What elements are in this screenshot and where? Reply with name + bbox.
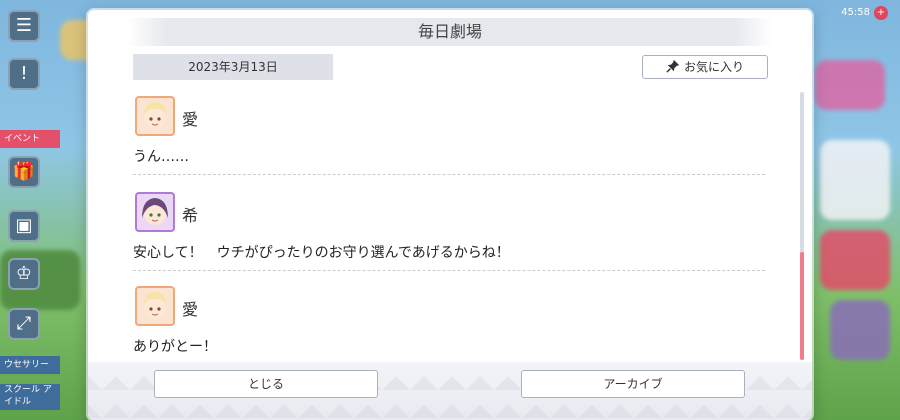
dialog-title: 毎日劇場 [128, 18, 772, 46]
favorite-button[interactable]: お気に入り [642, 55, 768, 79]
plus-icon[interactable]: + [874, 6, 888, 20]
scrollbar-thumb[interactable] [800, 252, 804, 360]
ai-avatar [135, 96, 175, 136]
school-idol-label[interactable]: スクール アイドル [0, 384, 60, 410]
gift-icon[interactable]: 🎁 [8, 156, 40, 188]
side-menu: ☰ ! イベント 🎁 ▣ ♔ ⤢ ウセサリー スクール アイドル [0, 0, 60, 420]
dialog-footer: とじる アーカイブ [88, 362, 812, 420]
scrollbar[interactable] [800, 92, 804, 360]
dialogue-text: ありがとー！ [133, 339, 217, 355]
menu-icon[interactable]: ☰ [8, 10, 40, 42]
chat-icon[interactable]: ▣ [8, 210, 40, 242]
ai-face-icon [143, 292, 167, 319]
speaker-name: 希 [182, 206, 199, 225]
nozomi-face-icon [142, 198, 168, 225]
nozomi-avatar [135, 192, 175, 232]
trophy-icon[interactable]: ♔ [8, 258, 40, 290]
pin-icon [666, 59, 680, 73]
close-button[interactable]: とじる [154, 370, 378, 398]
divider [133, 174, 765, 175]
ai-face-icon [143, 102, 167, 129]
notice-icon[interactable]: ! [8, 58, 40, 90]
accessory-label[interactable]: ウセサリー [0, 356, 60, 374]
top-right-status: 45:58 + [841, 6, 888, 20]
speaker-name: 愛 [182, 110, 199, 129]
divider [133, 270, 765, 271]
speaker-name: 愛 [182, 300, 199, 319]
dialogue-text: うん…… [133, 149, 189, 165]
event-label[interactable]: イベント [0, 130, 60, 148]
date-label: 2023年3月13日 [133, 54, 333, 80]
daily-theater-dialog: 毎日劇場 2023年3月13日 お気に入り 愛 うん…… 希 安心して！ ウチが… [88, 10, 812, 420]
dialogue-text: 安心して！ ウチがぴったりのお守り選んであげるからね！ [133, 245, 510, 261]
favorite-label: お気に入り [683, 60, 744, 74]
archive-button[interactable]: アーカイブ [521, 370, 745, 398]
dialogue-list[interactable]: 愛 うん…… 希 安心して！ ウチがぴったりのお守り選んであげるからね！ 愛 あ… [133, 94, 765, 364]
expand-icon[interactable]: ⤢ [8, 308, 40, 340]
timer-text: 45:58 [841, 7, 870, 18]
ai-avatar [135, 286, 175, 326]
